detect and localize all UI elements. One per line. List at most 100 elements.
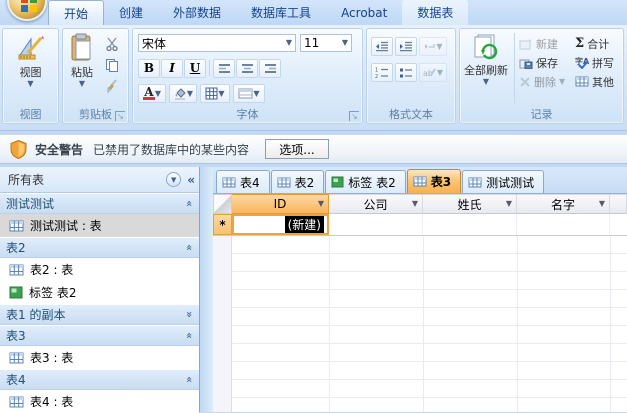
sidebar-item-label: 表4 : 表 xyxy=(30,393,73,410)
font-dialog-launcher-icon[interactable]: ↘ xyxy=(349,111,359,121)
sidebar-group-copy-of-table1[interactable]: 表1 的副本 « xyxy=(0,304,199,325)
save-record-button[interactable]: 保存 xyxy=(519,53,573,72)
sidebar-item-ceshiceshi-table[interactable]: 测试测试 : 表 xyxy=(0,214,199,237)
fill-color-button[interactable]: ▼ xyxy=(169,84,197,103)
navigation-menu-button[interactable]: ▼ xyxy=(166,172,181,187)
decrease-indent-button[interactable] xyxy=(371,37,393,56)
ribbon-tab-database-tools[interactable]: 数据库工具 xyxy=(236,0,326,25)
ribbon-tab-datasheet[interactable]: 数据表 xyxy=(402,0,468,25)
paste-button[interactable]: 粘贴 ▼ xyxy=(63,29,101,107)
sidebar-group-table2[interactable]: 表2 « xyxy=(0,237,199,258)
doc-tab-ceshiceshi[interactable]: 测试测试 xyxy=(462,170,544,193)
ribbon-tab-home[interactable]: 开始 xyxy=(48,0,104,25)
office-logo-square xyxy=(30,0,37,3)
save-icon xyxy=(519,57,533,69)
gridlines-icon xyxy=(205,87,218,100)
sidebar-group-table4[interactable]: 表4 « xyxy=(0,369,199,390)
view-button[interactable]: 视图 ▼ xyxy=(3,29,58,107)
sidebar-group-table3[interactable]: 表3 « xyxy=(0,325,199,346)
doc-tab-table3[interactable]: 表3 xyxy=(407,169,461,193)
font-name-combo[interactable]: 宋体 ▼ xyxy=(138,34,296,52)
ribbon-tab-create[interactable]: 创建 xyxy=(104,0,158,25)
spelling-button[interactable]: 字A 拼写 xyxy=(575,53,614,72)
delete-record-button[interactable]: 删除 ▼ xyxy=(519,72,573,91)
new-record-button[interactable]: * 新建 xyxy=(519,34,573,53)
select-all-corner[interactable] xyxy=(213,194,232,214)
delete-x-icon xyxy=(519,76,531,88)
format-painter-button[interactable] xyxy=(101,76,123,95)
collapse-chevron-icon[interactable]: « xyxy=(183,200,196,207)
underline-button[interactable]: U xyxy=(184,59,206,78)
align-right-button[interactable] xyxy=(259,59,281,78)
navigation-pane-splitter[interactable] xyxy=(201,167,213,412)
new-record-selector[interactable]: * xyxy=(213,214,232,235)
cell-firstname[interactable] xyxy=(517,214,610,235)
label-report-icon xyxy=(9,286,23,299)
datasheet-empty-grid[interactable] xyxy=(213,236,627,412)
totals-button[interactable]: Σ 合计 xyxy=(575,34,614,53)
decrease-indent-icon xyxy=(375,41,389,52)
increase-indent-button[interactable] xyxy=(395,37,417,56)
cell-lastname[interactable] xyxy=(423,214,517,235)
views-group-label: 视图 xyxy=(3,106,58,122)
doc-tab-label-table2[interactable]: 标签 表2 xyxy=(325,170,405,193)
collapse-chevron-icon[interactable]: « xyxy=(183,244,196,251)
svg-text:1: 1 xyxy=(375,67,378,73)
doc-tab-label: 表3 xyxy=(431,173,451,190)
highlight-button[interactable]: ab ▼ xyxy=(419,63,447,82)
sidebar-item-table3[interactable]: 表3 : 表 xyxy=(0,346,199,369)
numbered-list-button[interactable]: 1 2 xyxy=(371,63,393,82)
font-size-combo[interactable]: 11 ▼ xyxy=(300,34,352,52)
sidebar-group-ceshiceshi[interactable]: 测试测试 « xyxy=(0,193,199,214)
doc-tab-table4[interactable]: 表4 xyxy=(216,170,270,193)
collapse-chevron-icon[interactable]: « xyxy=(183,332,196,339)
collapse-chevron-icon[interactable]: « xyxy=(183,376,196,383)
cell-company[interactable] xyxy=(329,214,423,235)
column-header-firstname[interactable]: 名字 ▼ xyxy=(517,194,610,214)
sidebar-item-label-table2[interactable]: 标签 表2 xyxy=(0,281,199,304)
datasheet-header-row: ID ▼ 公司 ▼ 姓氏 ▼ 名字 ▼ xyxy=(213,194,627,214)
bold-button[interactable]: B xyxy=(138,59,160,78)
sidebar-item-table2[interactable]: 表2 : 表 xyxy=(0,258,199,281)
shutter-bar-close-icon[interactable]: « xyxy=(187,173,195,187)
security-options-button[interactable]: 选项... xyxy=(265,139,329,159)
column-dropdown-arrow[interactable]: ▼ xyxy=(318,201,324,207)
table-icon xyxy=(468,177,482,188)
paste-dropdown-arrow[interactable]: ▼ xyxy=(79,81,85,87)
font-color-icon: A xyxy=(143,87,155,100)
navigation-pane-title: 所有表 xyxy=(8,171,44,188)
gridlines-button[interactable]: ▼ xyxy=(200,84,230,103)
alternate-fill-button[interactable]: ▼ xyxy=(233,84,265,103)
column-dropdown-arrow[interactable]: ▼ xyxy=(412,201,418,207)
column-header-id[interactable]: ID ▼ xyxy=(232,194,329,214)
sidebar-group-label: 表4 xyxy=(6,371,26,388)
align-center-button[interactable] xyxy=(236,59,258,78)
fill-color-bucket-icon xyxy=(173,87,187,100)
column-header-company[interactable]: 公司 ▼ xyxy=(329,194,423,214)
copy-button[interactable] xyxy=(101,55,123,74)
bullet-list-button[interactable] xyxy=(395,63,417,82)
font-color-button[interactable]: A ▼ xyxy=(138,84,166,103)
office-orb-button[interactable] xyxy=(7,0,47,21)
expand-chevron-icon[interactable]: « xyxy=(183,311,196,318)
column-dropdown-arrow[interactable]: ▼ xyxy=(506,201,512,207)
align-left-button[interactable] xyxy=(213,59,235,78)
view-dropdown-arrow[interactable]: ▼ xyxy=(27,81,33,87)
column-dropdown-arrow[interactable]: ▼ xyxy=(599,201,605,207)
italic-button[interactable]: I xyxy=(161,59,183,78)
refresh-all-button[interactable]: 全部刷新 ▼ xyxy=(460,29,512,107)
clipboard-dialog-launcher-icon[interactable]: ↘ xyxy=(115,111,125,121)
ribbon-tab-acrobat[interactable]: Acrobat xyxy=(326,0,402,25)
text-direction-button[interactable]: ▼ xyxy=(419,37,447,56)
more-button[interactable]: 其他 xyxy=(575,72,614,91)
navigation-pane-header[interactable]: 所有表 ▼ « xyxy=(0,167,199,193)
spelling-label: 拼写 xyxy=(592,55,614,71)
column-header-lastname[interactable]: 姓氏 ▼ xyxy=(423,194,517,214)
active-cell-id[interactable]: (新建) xyxy=(232,214,329,235)
ribbon-tab-external-data[interactable]: 外部数据 xyxy=(158,0,236,25)
view-button-label: 视图 xyxy=(20,64,42,80)
cut-button[interactable] xyxy=(101,34,123,53)
datasheet: ID ▼ 公司 ▼ 姓氏 ▼ 名字 ▼ * (新建) xyxy=(213,194,627,412)
sidebar-item-table4[interactable]: 表4 : 表 xyxy=(0,390,199,413)
doc-tab-table2[interactable]: 表2 xyxy=(271,170,325,193)
